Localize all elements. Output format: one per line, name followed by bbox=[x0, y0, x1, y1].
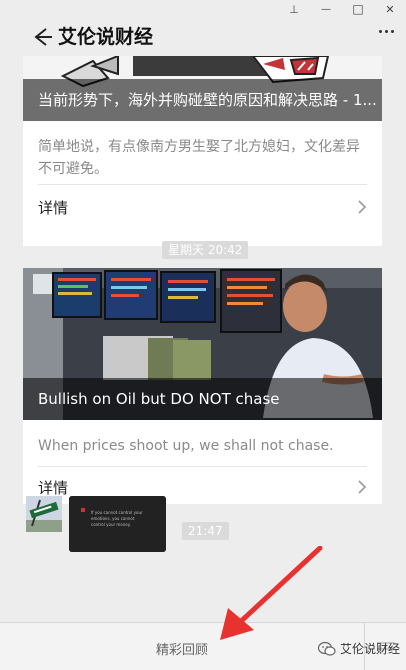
more-button[interactable] bbox=[379, 30, 394, 33]
article-cover[interactable]: Bullish on Oil but DO NOT chase bbox=[23, 268, 382, 420]
window-controls: ⊥ — □ ✕ bbox=[0, 0, 406, 18]
chevron-right-icon bbox=[358, 200, 367, 214]
image-message[interactable]: If you cannot control your emotions, you… bbox=[69, 496, 166, 552]
watermark-text: 艾伦说财经 bbox=[339, 642, 400, 656]
avatar[interactable] bbox=[26, 496, 62, 532]
back-arrow-icon bbox=[34, 28, 52, 46]
back-button[interactable] bbox=[28, 23, 56, 51]
article-title: 当前形势下，海外并购碰壁的原因和解决思路 - 1... bbox=[23, 79, 382, 121]
minimize-button[interactable]: — bbox=[310, 0, 342, 18]
detail-label: 详情 bbox=[38, 479, 69, 497]
maximize-icon: □ bbox=[352, 2, 364, 16]
more-dot-icon bbox=[391, 30, 394, 33]
chevron-right-icon bbox=[358, 480, 367, 494]
quote-text: If you cannot control your emotions, you… bbox=[91, 510, 143, 527]
wechat-logo-icon bbox=[317, 641, 336, 656]
minimize-icon: — bbox=[321, 3, 331, 15]
timestamp: 21:47 bbox=[182, 522, 229, 540]
detail-label: 详情 bbox=[38, 199, 69, 217]
maximize-button[interactable]: □ bbox=[342, 0, 374, 18]
pin-button[interactable]: ⊥ bbox=[278, 0, 310, 18]
pin-icon: ⊥ bbox=[289, 2, 299, 16]
article-card[interactable]: Bullish on Oil but DO NOT chase When pri… bbox=[23, 268, 382, 504]
watermark: 艾伦说财经 bbox=[317, 640, 400, 657]
more-dot-icon bbox=[379, 30, 382, 33]
detail-link[interactable]: 详情 bbox=[23, 185, 382, 229]
close-icon: ✕ bbox=[385, 2, 395, 16]
article-desc: When prices shoot up, we shall not chase… bbox=[38, 438, 334, 454]
street-sign-image bbox=[26, 496, 62, 532]
more-dot-icon bbox=[385, 30, 388, 33]
article-card[interactable]: 当前形势下，海外并购碰壁的原因和解决思路 - 1... 简单地说，有点像南方男生… bbox=[23, 56, 382, 246]
chat-header: 艾伦说财经 bbox=[0, 18, 406, 56]
article-cover[interactable]: 当前形势下，海外并购碰壁的原因和解决思路 - 1... bbox=[23, 56, 382, 121]
close-button[interactable]: ✕ bbox=[374, 0, 406, 18]
article-desc: 简单地说，有点像南方男生娶了北方媳妇，文化差异不可避免。 bbox=[38, 139, 360, 177]
timestamp: 星期天 20:42 bbox=[162, 241, 249, 259]
article-title: Bullish on Oil but DO NOT chase bbox=[23, 378, 382, 420]
page-title: 艾伦说财经 bbox=[58, 26, 154, 48]
red-arrow-annotation bbox=[220, 546, 323, 640]
message-list[interactable]: 当前形势下，海外并购碰壁的原因和解决思路 - 1... 简单地说，有点像南方男生… bbox=[0, 56, 406, 622]
